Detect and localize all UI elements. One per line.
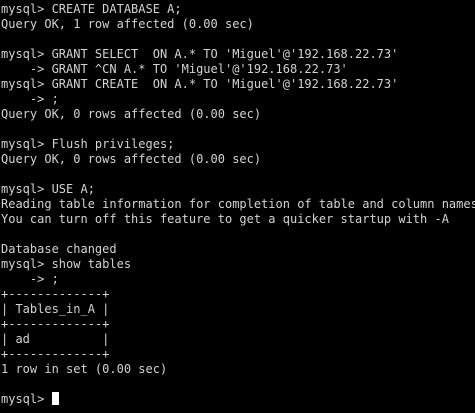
output-line: mysql> Flush privileges; <box>1 137 175 151</box>
terminal-window[interactable]: mysql> CREATE DATABASE A; Query OK, 1 ro… <box>0 0 475 413</box>
output-line: -> ; <box>1 92 59 106</box>
output-line: mysql> USE A; <box>1 182 95 196</box>
text-cursor <box>51 392 59 405</box>
terminal-output: mysql> CREATE DATABASE A; Query OK, 1 ro… <box>1 2 475 392</box>
output-line: mysql> CREATE DATABASE A; <box>1 2 182 16</box>
output-line: Reading table information for completion… <box>1 197 475 211</box>
output-line: mysql> show tables <box>1 257 132 271</box>
output-line: -> GRANT ^CN A.* TO 'Miguel'@'192.168.22… <box>1 62 348 76</box>
command-input-line[interactable]: mysql> <box>1 392 475 407</box>
mysql-prompt: mysql> <box>1 392 52 406</box>
output-line: -> ; <box>1 272 59 286</box>
result-table-header: | Tables_in_A | <box>1 302 110 316</box>
result-table-border: +-------------+ <box>1 347 110 361</box>
output-line: Query OK, 0 rows affected (0.00 sec) <box>1 152 262 166</box>
result-table-border: +-------------+ <box>1 287 110 301</box>
output-line: You can turn off this feature to get a q… <box>1 212 449 226</box>
output-line: mysql> GRANT CREATE ON A.* TO 'Miguel'@'… <box>1 77 399 91</box>
output-line: mysql> GRANT SELECT ON A.* TO 'Miguel'@'… <box>1 47 399 61</box>
output-line: Database changed <box>1 242 117 256</box>
output-line: Query OK, 1 row affected (0.00 sec) <box>1 17 254 31</box>
result-table-border: +-------------+ <box>1 317 110 331</box>
result-table-row: | ad | <box>1 332 110 346</box>
output-line: 1 row in set (0.00 sec) <box>1 362 168 376</box>
output-line: Query OK, 0 rows affected (0.00 sec) <box>1 107 262 121</box>
